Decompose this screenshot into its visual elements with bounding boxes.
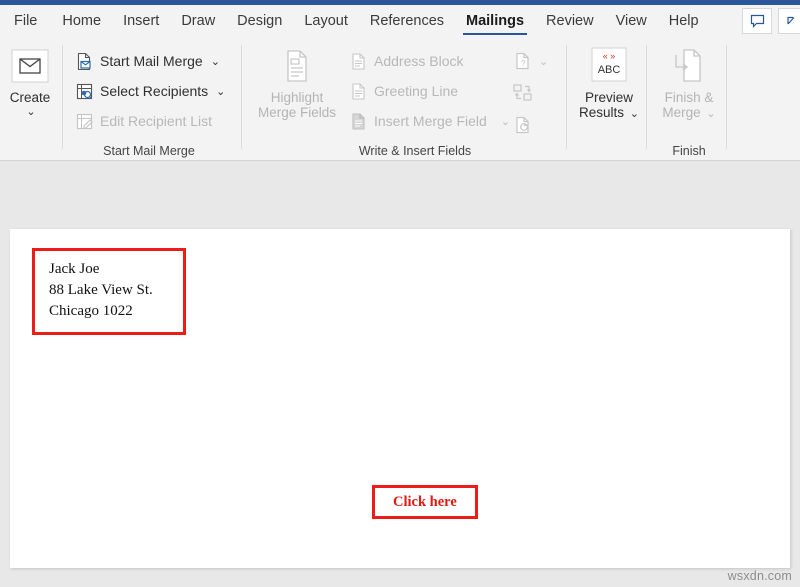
address-block-label: Address Block xyxy=(374,53,463,69)
click-here-label: Click here xyxy=(393,494,457,510)
select-recipients-button[interactable]: Select Recipients ⌄ xyxy=(74,81,225,101)
tab-review-label: Review xyxy=(546,13,594,29)
address-line-1: Jack Joe xyxy=(49,259,153,280)
tab-home-label: Home xyxy=(62,13,101,29)
svg-text:?: ? xyxy=(521,59,526,68)
click-here-annotation[interactable]: Click here xyxy=(372,485,478,519)
create-button[interactable]: Create ⌄ xyxy=(4,46,56,120)
tab-draw[interactable]: Draw xyxy=(170,5,226,37)
share-icon xyxy=(786,14,800,28)
edit-list-icon xyxy=(74,111,94,131)
start-mail-merge-button[interactable]: Start Mail Merge ⌄ xyxy=(74,51,220,71)
tab-draw-label: Draw xyxy=(181,13,215,29)
tab-design-label: Design xyxy=(237,13,282,29)
preview-results-label-2-text: Results xyxy=(579,105,624,120)
finish-merge-icon xyxy=(667,46,711,86)
document-page[interactable]: Jack Joe 88 Lake View St. Chicago 1022 C… xyxy=(10,229,790,568)
highlight-merge-fields-label-2: Merge Fields xyxy=(258,105,336,120)
greeting-line-icon xyxy=(348,81,368,101)
tab-layout[interactable]: Layout xyxy=(293,5,359,37)
group-separator-preview xyxy=(646,45,647,149)
envelope-icon xyxy=(8,46,52,86)
tab-mailings[interactable]: Mailings xyxy=(455,5,535,37)
ribbon: Create ⌄ Start Mail Merge ⌄ xyxy=(0,37,800,161)
match-fields-button xyxy=(512,83,534,103)
greeting-line-button: Greeting Line xyxy=(348,81,458,101)
document-canvas[interactable]: Jack Joe 88 Lake View St. Chicago 1022 C… xyxy=(0,162,800,587)
tab-view-label: View xyxy=(616,13,647,29)
group-label-finish: Finish xyxy=(654,144,724,158)
update-labels-icon xyxy=(512,115,534,135)
start-mail-merge-label: Start Mail Merge xyxy=(100,53,203,69)
address-block-highlight[interactable]: Jack Joe 88 Lake View St. Chicago 1022 xyxy=(32,248,186,335)
insert-merge-field-button: Insert Merge Field ⌄ xyxy=(348,111,510,131)
create-button-label: Create xyxy=(10,90,51,105)
update-labels-button xyxy=(512,115,534,135)
tab-file-label: File xyxy=(14,13,37,29)
rules-icon: ? xyxy=(512,51,534,71)
finish-and-merge-label-1: Finish & xyxy=(665,90,714,105)
chevron-down-icon: ⌄ xyxy=(630,108,639,120)
finish-and-merge-button: Finish & Merge ⌄ xyxy=(654,46,724,122)
insert-merge-field-label: Insert Merge Field xyxy=(374,113,487,129)
preview-results-label-2: Results ⌄ xyxy=(579,105,639,122)
address-line-3: Chicago 1022 xyxy=(49,301,153,322)
address-block-icon xyxy=(348,51,368,71)
address-line-2: 88 Lake View St. xyxy=(49,280,153,301)
preview-results-label-1: Preview xyxy=(585,90,633,105)
group-separator-write-insert xyxy=(566,45,567,149)
mail-merge-icon xyxy=(74,51,94,71)
tab-help[interactable]: Help xyxy=(658,5,710,37)
edit-recipient-list-button: Edit Recipient List xyxy=(74,111,212,131)
tab-home[interactable]: Home xyxy=(51,5,112,37)
comments-button[interactable] xyxy=(742,8,772,34)
highlight-merge-fields-button: Highlight Merge Fields xyxy=(252,46,342,120)
select-recipients-label: Select Recipients xyxy=(100,83,208,99)
group-label-write-insert-fields: Write & Insert Fields xyxy=(300,144,530,158)
tab-references[interactable]: References xyxy=(359,5,455,37)
tab-mailings-label: Mailings xyxy=(466,13,524,29)
greeting-line-label: Greeting Line xyxy=(374,83,458,99)
highlight-fields-icon xyxy=(275,46,319,86)
rules-button: ? ⌄ xyxy=(512,51,548,71)
chevron-down-icon: ⌄ xyxy=(539,55,548,68)
group-label-start-mail-merge: Start Mail Merge xyxy=(74,144,224,158)
address-block-button: Address Block xyxy=(348,51,463,71)
edit-recipient-list-label: Edit Recipient List xyxy=(100,113,212,129)
tab-review[interactable]: Review xyxy=(535,5,605,37)
word-window: File Home Insert Draw Design Layout Refe… xyxy=(0,0,800,587)
chevron-down-icon: ⌄ xyxy=(26,105,35,120)
recipients-icon xyxy=(74,81,94,101)
comment-icon xyxy=(750,14,765,28)
chevron-down-icon: ⌄ xyxy=(706,108,715,120)
insert-merge-field-icon xyxy=(348,111,368,131)
finish-and-merge-label-2: Merge ⌄ xyxy=(662,105,715,122)
finish-and-merge-label-2-text: Merge xyxy=(662,105,700,120)
tab-layout-label: Layout xyxy=(304,13,348,29)
tab-insert-label: Insert xyxy=(123,13,159,29)
group-separator-create xyxy=(62,45,63,149)
share-button[interactable] xyxy=(778,8,800,34)
watermark: wsxdn.com xyxy=(728,569,792,583)
chevron-down-icon: ⌄ xyxy=(211,55,220,68)
group-separator-finish xyxy=(726,45,727,149)
tab-help-label: Help xyxy=(669,13,699,29)
preview-results-button[interactable]: « » ABC Preview Results ⌄ xyxy=(574,46,644,122)
tab-file[interactable]: File xyxy=(0,5,51,37)
abc-preview-icon: « » ABC xyxy=(587,46,631,86)
group-separator-start-mail-merge xyxy=(241,45,242,149)
chevron-down-icon: ⌄ xyxy=(501,115,510,128)
tab-insert[interactable]: Insert xyxy=(112,5,170,37)
highlight-merge-fields-label-1: Highlight xyxy=(271,90,324,105)
svg-text:« »: « » xyxy=(603,51,616,61)
svg-text:ABC: ABC xyxy=(598,64,621,76)
tab-references-label: References xyxy=(370,13,444,29)
ribbon-tab-bar: File Home Insert Draw Design Layout Refe… xyxy=(0,5,800,37)
tab-view[interactable]: View xyxy=(605,5,658,37)
match-fields-icon xyxy=(512,83,534,103)
tab-design[interactable]: Design xyxy=(226,5,293,37)
chevron-down-icon: ⌄ xyxy=(216,85,225,98)
